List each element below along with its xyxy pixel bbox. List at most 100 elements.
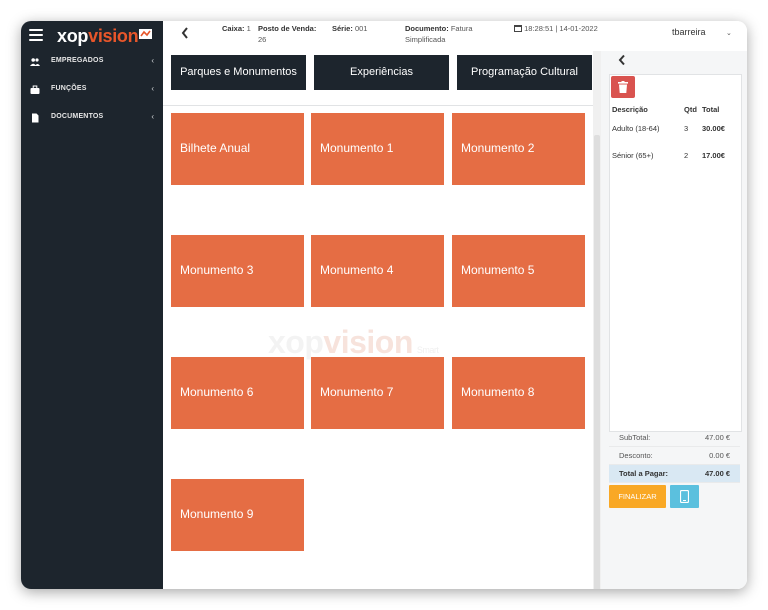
cart-row[interactable]: Sénior (65+) 2 17.00€ <box>610 151 741 165</box>
datetime-info: 18:28:51 | 14-01-2022 <box>514 23 598 34</box>
watermark-accent: vision <box>323 324 413 360</box>
sidebar-item-funcoes[interactable]: FUNÇÕES ‹ <box>21 80 163 102</box>
product-tile[interactable]: Monumento 8 <box>452 357 585 429</box>
product-label: Monumento 2 <box>461 141 535 155</box>
discount-label: Desconto: <box>619 451 653 460</box>
subtotal-row: SubTotal: 47.00 € <box>609 429 740 447</box>
total-row: Total a Pagar: 47.00 € <box>609 465 740 483</box>
mobile-phone-icon <box>680 490 689 503</box>
cart-row-qty: 3 <box>684 124 689 133</box>
category-panel: Parques e Monumentos Experiências Progra… <box>163 51 593 589</box>
watermark-main: xop <box>268 324 324 360</box>
trash-icon <box>618 81 628 93</box>
cart-list: Descrição Qtd Total Adulto (18-64) 3 30.… <box>609 74 742 432</box>
cart-row-total: 17.00€ <box>702 151 725 160</box>
document-icon <box>32 113 39 123</box>
product-tile[interactable]: Monumento 4 <box>311 235 444 307</box>
product-label: Monumento 6 <box>180 385 254 399</box>
product-tile[interactable]: Monumento 9 <box>171 479 304 551</box>
documento-label: Documento: <box>405 24 449 33</box>
cart-panel: Descrição Qtd Total Adulto (18-64) 3 30.… <box>601 51 747 589</box>
scrollbar[interactable] <box>593 51 601 589</box>
sidebar-item-label: EMPREGADOS <box>51 57 104 64</box>
posto-info: Posto de Venda: 26 <box>258 23 316 45</box>
product-tile[interactable]: Monumento 7 <box>311 357 444 429</box>
cart-row[interactable]: Adulto (18-64) 3 30.00€ <box>610 124 741 138</box>
cart-row-description: Adulto (18-64) <box>612 124 660 133</box>
menu-icon[interactable] <box>29 29 43 41</box>
product-tile[interactable]: Bilhete Anual <box>171 113 304 185</box>
delete-button[interactable] <box>611 76 635 98</box>
product-tile[interactable]: Monumento 6 <box>171 357 304 429</box>
posto-label: Posto de Venda: <box>258 24 317 33</box>
calendar-icon <box>514 25 522 32</box>
chevron-left-icon: ‹ <box>151 84 154 93</box>
subtotal-label: SubTotal: <box>619 433 651 442</box>
product-tile[interactable]: Monumento 2 <box>452 113 585 185</box>
product-label: Monumento 7 <box>320 385 394 399</box>
documento-value-line2: Simplificada <box>405 35 446 44</box>
documento-info: Documento: Fatura Simplificada <box>405 23 473 45</box>
sidebar-item-label: FUNÇÕES <box>51 85 87 92</box>
logo-mark-icon <box>139 29 152 39</box>
logo-accent: vision <box>88 26 139 46</box>
finalize-button[interactable]: FINALIZAR <box>609 485 666 508</box>
serie-label: Série: <box>332 24 353 33</box>
pos-window: xopvision EMPREGADOS ‹ FUNÇÕES ‹ DOCUMEN… <box>21 21 747 589</box>
category-programacao-cultural[interactable]: Programação Cultural <box>457 55 592 90</box>
category-parques-monumentos[interactable]: Parques e Monumentos <box>171 55 306 90</box>
category-experiencias[interactable]: Experiências <box>314 55 449 90</box>
cart-header-qty: Qtd <box>684 105 697 114</box>
product-label: Monumento 1 <box>320 141 394 155</box>
scroll-thumb[interactable] <box>594 135 600 589</box>
total-label: Total a Pagar: <box>619 469 669 478</box>
main-area: Caixa: 1 Posto de Venda: 26 Série: 001 D… <box>163 21 747 589</box>
caixa-info: Caixa: 1 <box>222 23 251 34</box>
logo: xopvision <box>57 26 139 47</box>
username: tbarreira <box>672 27 706 37</box>
subtotal-value: 47.00 € <box>704 433 730 442</box>
product-tile[interactable]: Monumento 1 <box>311 113 444 185</box>
chevron-left-icon: ‹ <box>151 112 154 121</box>
product-label: Monumento 3 <box>180 263 254 277</box>
cart-row-qty: 2 <box>684 151 689 160</box>
back-arrow-icon[interactable] <box>180 26 190 40</box>
posto-value: 26 <box>258 35 267 44</box>
serie-info: Série: 001 <box>332 23 367 34</box>
product-label: Monumento 5 <box>461 263 535 277</box>
serie-value: 001 <box>354 24 368 33</box>
cart-row-description: Sénior (65+) <box>612 151 654 160</box>
mobile-button[interactable] <box>670 485 699 508</box>
sidebar: xopvision EMPREGADOS ‹ FUNÇÕES ‹ DOCUMEN… <box>21 21 163 589</box>
caixa-label: Caixa: <box>222 24 245 33</box>
category-strip: Parques e Monumentos Experiências Progra… <box>163 51 593 106</box>
chevron-left-icon: ‹ <box>151 56 154 65</box>
cart-header-description: Descrição <box>612 105 648 114</box>
header: Caixa: 1 Posto de Venda: 26 Série: 001 D… <box>163 21 747 51</box>
discount-row: Desconto: 0.00 € <box>609 447 740 465</box>
user-menu[interactable]: tbarreira ⌄ <box>672 27 732 37</box>
briefcase-icon <box>30 85 40 94</box>
users-icon <box>30 58 40 66</box>
watermark-logo: xopvision Smart <box>268 324 439 361</box>
watermark-tag: Smart <box>416 345 439 355</box>
cart-header-total: Total <box>702 105 720 114</box>
cart-row-total: 30.00€ <box>702 124 725 133</box>
total-value: 47.00 € <box>704 469 730 478</box>
sidebar-item-empregados[interactable]: EMPREGADOS ‹ <box>21 52 163 74</box>
product-label: Monumento 4 <box>320 263 394 277</box>
product-label: Monumento 9 <box>180 507 254 521</box>
caixa-value: 1 <box>246 24 251 33</box>
sidebar-item-documentos[interactable]: DOCUMENTOS ‹ <box>21 108 163 130</box>
product-grid: xopvision Smart Bilhete Anual Monumento 1… <box>163 106 593 589</box>
caret-down-icon: ⌄ <box>726 30 732 37</box>
logo-main: xop <box>57 26 89 46</box>
product-label: Bilhete Anual <box>180 141 251 155</box>
chevron-left-icon[interactable] <box>618 54 626 66</box>
product-tile[interactable]: Monumento 3 <box>171 235 304 307</box>
product-label: Monumento 8 <box>461 385 535 399</box>
sidebar-item-label: DOCUMENTOS <box>51 113 104 120</box>
datetime-value: 18:28:51 | 14-01-2022 <box>524 24 598 33</box>
documento-value-line1: Fatura <box>450 24 473 33</box>
product-tile[interactable]: Monumento 5 <box>452 235 585 307</box>
